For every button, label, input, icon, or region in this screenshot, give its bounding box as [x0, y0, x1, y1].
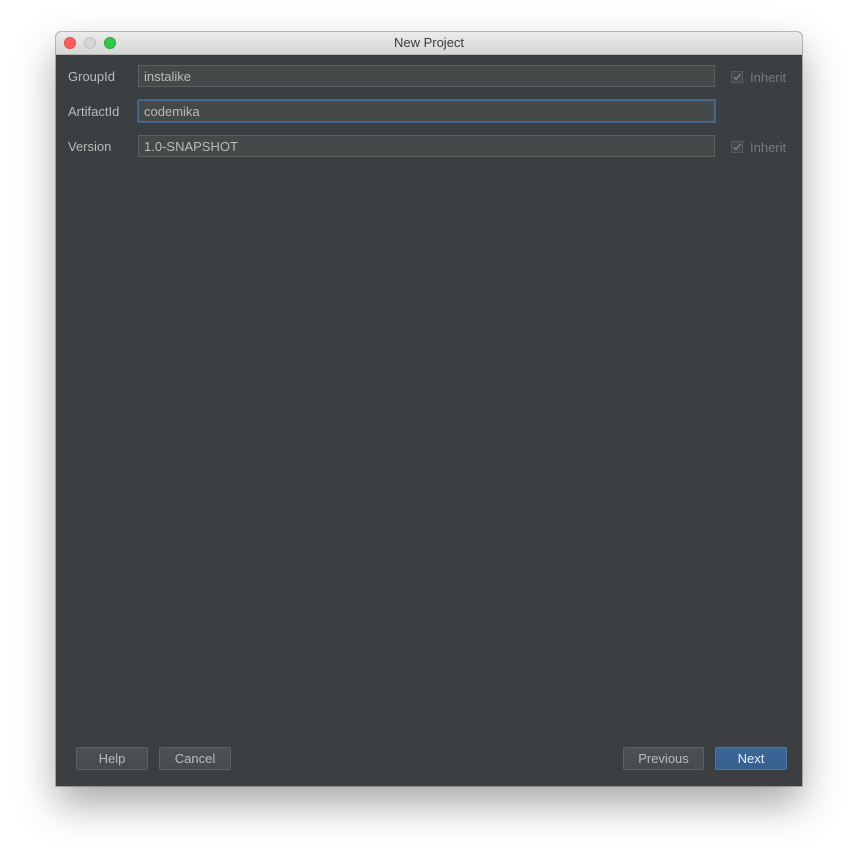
help-button[interactable]: Help	[76, 747, 148, 770]
group-id-label: GroupId	[68, 69, 115, 84]
version-inherit-label: Inherit	[750, 139, 787, 155]
version-label: Version	[68, 139, 112, 154]
artifact-id-input[interactable]	[138, 100, 715, 122]
artifact-id-row: ArtifactId	[56, 100, 802, 124]
title-bar: New Project	[56, 32, 802, 55]
version-input[interactable]	[138, 135, 715, 157]
next-button[interactable]: Next	[715, 747, 787, 770]
group-id-row: GroupId Inherit	[56, 65, 802, 89]
group-id-input[interactable]	[138, 65, 715, 87]
artifact-id-label: ArtifactId	[68, 104, 120, 119]
window-title: New Project	[393, 35, 465, 50]
new-project-dialog: New Project GroupId Inherit ArtifactId V…	[56, 32, 802, 786]
dialog-content: GroupId Inherit ArtifactId Version Inher	[56, 55, 802, 786]
previous-button[interactable]: Previous	[623, 747, 704, 770]
checkbox-checked-icon	[731, 71, 743, 83]
version-row: Version Inherit	[56, 135, 802, 159]
cancel-button[interactable]: Cancel	[159, 747, 231, 770]
version-inherit-checkbox[interactable]: Inherit	[731, 138, 786, 156]
checkbox-checked-icon	[731, 141, 743, 153]
group-id-inherit-checkbox[interactable]: Inherit	[731, 68, 786, 86]
group-id-inherit-label: Inherit	[750, 69, 787, 85]
